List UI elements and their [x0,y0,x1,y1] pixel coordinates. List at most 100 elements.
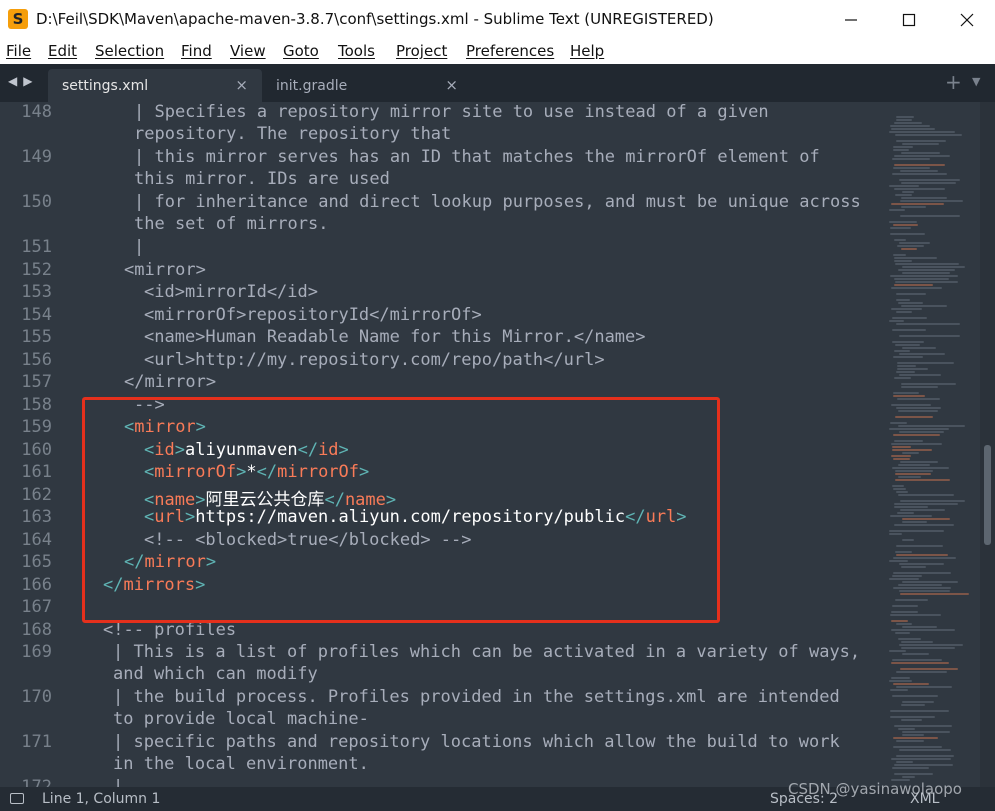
minimap-line [896,755,954,757]
minimap-line [900,461,938,463]
tab-close-icon[interactable]: × [235,76,248,94]
minimap-line [899,749,951,751]
minimap-line [898,269,955,271]
menu-edit[interactable]: Edit [48,42,77,60]
minimap-line [893,395,925,397]
menu-tools[interactable]: Tools [338,42,375,60]
tab-nav-arrows-icon[interactable]: ◀▶ [8,74,38,88]
minimap-line [890,689,908,691]
minimap-line [893,587,951,589]
minimap-line [896,671,947,673]
minimap-line [894,503,958,505]
minimap-line [895,281,958,283]
minimize-button[interactable] [822,0,880,40]
minimap-line [899,431,944,433]
title-bar: D:\Feil\SDK\Maven\apache-maven-3.8.7\con… [0,0,995,40]
minimap-line [901,647,955,649]
minimap-line [901,383,956,385]
minimap-line [892,329,926,331]
minimap-line [899,353,945,355]
minimap-line [897,365,916,367]
menu-preferences[interactable]: Preferences [466,42,554,60]
minimap-line [889,533,902,535]
minimap-line [894,377,911,379]
minimap-line [895,416,933,418]
menu-view[interactable]: View [230,42,266,60]
minimap-line [896,293,926,295]
scrollbar-thumb[interactable] [984,445,991,545]
minimap-line [890,125,930,127]
minimap-line [901,305,947,307]
minimap-line [889,131,955,133]
minimap-line [896,140,946,142]
code-editor[interactable]: 148 149 150 151 152 153 154 155 156 157 … [0,102,885,787]
minimap-line [894,278,949,280]
minimap-line [898,302,923,304]
minimap-line [894,524,954,526]
minimap[interactable] [885,102,980,787]
minimap-line [892,659,942,661]
minimap-line [896,740,924,742]
minimap-line [901,719,922,721]
tab-label: init.gradle [276,78,348,94]
minimap-line [897,512,914,514]
minimap-line [895,263,959,265]
code-line-157: </mirror> [124,372,217,392]
minimap-line [895,551,912,553]
menu-bar: File Edit Selection Find View Goto Tools… [0,40,995,64]
code-line-148: | Specifies a repository mirror site to … [134,102,769,122]
new-tab-plus-icon[interactable]: + [945,70,962,94]
minimap-line [898,494,954,496]
minimap-line [899,374,941,376]
maximize-icon [902,13,916,27]
minimap-line [893,149,909,151]
menu-project[interactable]: Project [396,42,447,60]
tab-settings-xml[interactable]: settings.xml × [48,69,262,102]
tab-init-gradle[interactable]: init.gradle × [262,69,472,102]
minimap-line [893,167,930,169]
code-line-150: | for inheritance and direct lookup purp… [134,192,861,212]
minimap-line [889,650,906,652]
menu-help[interactable]: Help [570,42,604,60]
minimap-line [889,185,919,187]
minimap-line [894,188,945,190]
minimap-line [899,335,960,337]
menu-file[interactable]: File [6,42,31,60]
code-line-170: | the build process. Profiles provided i… [113,687,840,707]
menu-goto[interactable]: Goto [283,42,319,60]
minimap-line [890,515,932,517]
code-line-169-wrap: and which can modify [113,664,318,684]
maximize-button[interactable] [880,0,938,40]
tab-list-dropdown-icon[interactable]: ▼ [972,75,980,88]
minimap-line [893,254,906,256]
code-line-170-wrap: to provide local machine- [113,709,369,729]
minimap-line [894,350,910,352]
minimap-line [902,776,915,778]
minimap-line [892,605,918,607]
tab-close-icon[interactable]: × [445,76,458,94]
minimap-line [890,710,949,712]
minimap-line [900,215,960,217]
monitor-icon[interactable] [10,793,24,804]
minimap-line [892,446,911,448]
minimap-line [902,272,950,274]
code-area[interactable]: | Specifies a repository mirror site to … [0,102,885,787]
minimap-line [901,182,956,184]
minimap-line [891,629,955,631]
minimap-line [902,581,958,583]
minimap-line [893,392,919,394]
minimap-line [895,599,928,601]
menu-selection[interactable]: Selection [95,42,164,60]
minimap-line [889,221,917,223]
code-line-154: <mirrorOf>repositoryId</mirrorOf> [144,305,482,325]
close-button[interactable] [938,0,995,40]
minimap-line [896,407,941,409]
minimap-line [895,194,912,196]
menu-find[interactable]: Find [181,42,212,60]
minimap-line [891,404,931,406]
minimap-line [901,566,926,568]
minimap-line [891,758,951,760]
annotation-highlight-box [82,397,720,623]
minimap-line [898,464,930,466]
cursor-position: Line 1, Column 1 [42,791,161,807]
